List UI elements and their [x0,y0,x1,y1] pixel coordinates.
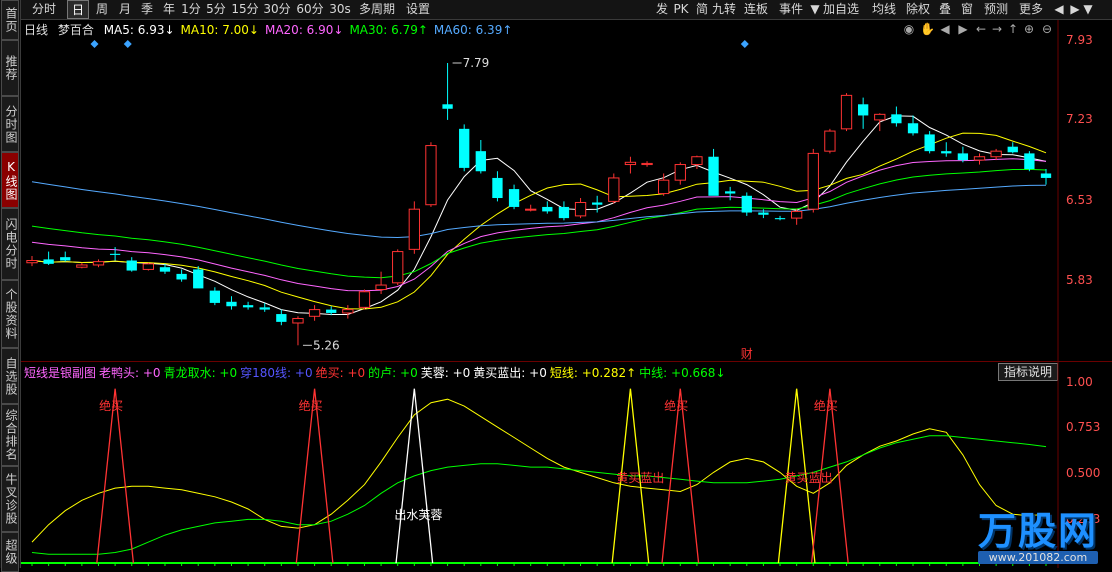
candle-body [358,291,371,308]
juemai-label: 绝买 [814,398,838,413]
candle-body [308,309,321,317]
candle-body [774,218,786,220]
signal-spike [661,388,700,564]
candle-body [459,128,470,168]
candle-body [176,273,187,280]
candle-body [292,318,304,324]
candle-body [43,259,54,264]
candle-body [708,156,719,196]
candle-body [558,206,570,219]
candle-body [92,261,105,266]
candle-body [525,208,537,211]
candle-body [592,202,603,205]
candle-body [226,301,237,307]
short-line [31,398,1047,543]
candle-body [824,130,836,152]
kline-chart[interactable]: 7.79 5.26 财绝买 绝买 绝买 绝买出水芙蓉 黄买蓝出 黄买蓝出 [0,0,1112,568]
ma20-line [31,158,1047,292]
candle-body [508,189,520,207]
candle-body [990,150,1002,158]
candle-body [691,156,703,166]
candle-body [907,123,919,134]
candle-body [142,263,155,270]
candle-body [674,164,686,181]
candle-body [342,309,354,314]
watermark-brand: 万股网 [977,509,1098,553]
candle-body [26,260,38,264]
candle-body [193,269,204,289]
ma10-line [31,132,1047,310]
candle-body [60,257,71,261]
event-diamond-icon [740,40,749,48]
furong-label: 出水芙蓉 [394,508,442,522]
candle-body [126,260,137,271]
candle-body [807,152,819,210]
candle-body [941,151,952,154]
candle-body [392,251,404,284]
candle-body [259,307,270,310]
candle-body [791,210,803,219]
candle-body [276,314,287,322]
candle-body [608,177,620,202]
signal-spike [295,388,334,564]
candle-body [840,94,853,130]
candle-body [76,264,88,268]
candle-body [159,267,171,272]
candle-body [857,104,869,116]
candle-body [741,195,752,213]
candle-body [725,191,736,194]
candle-body [475,151,486,172]
watermark-logo: 万股网 www.201082.com [977,509,1098,564]
finance-marker: 财 [741,347,753,361]
candle-body [658,179,670,195]
candle-body [891,114,902,124]
candle-body [758,212,769,215]
juemai-label: 绝买 [99,398,123,413]
huangmai-label: 黄买蓝出 [785,471,833,485]
candle-body [492,177,503,199]
candle-body [1040,173,1052,178]
juemai-label: 绝买 [299,398,323,413]
candle-body [375,284,387,291]
low-label: 5.26 [313,338,340,352]
candle-body [641,162,653,166]
signal-spike [96,388,135,564]
candle-body [542,206,553,212]
juemai-label: 绝买 [664,398,688,413]
candle-body [957,153,969,161]
candle-body [425,145,437,206]
ma5-line [31,115,1047,315]
candle-body [973,156,986,161]
huangmai-label: 黄买蓝出 [616,471,664,485]
candle-body [442,104,453,109]
candle-body [1007,146,1018,153]
high-label: 7.79 [463,56,490,70]
ma60-line [31,181,1047,239]
candle-body [209,290,221,303]
event-diamond-icon [123,40,132,48]
candle-body [242,305,254,308]
candle-body [1024,153,1035,170]
candle-body [408,208,420,250]
watermark-url: www.201082.com [977,551,1098,564]
candle-body [326,309,337,313]
candle-body [924,134,935,152]
candle-body [624,161,637,166]
candle-body [874,113,886,121]
event-diamond-icon [90,40,99,48]
candle-body [574,201,587,217]
candle-body [109,253,121,255]
